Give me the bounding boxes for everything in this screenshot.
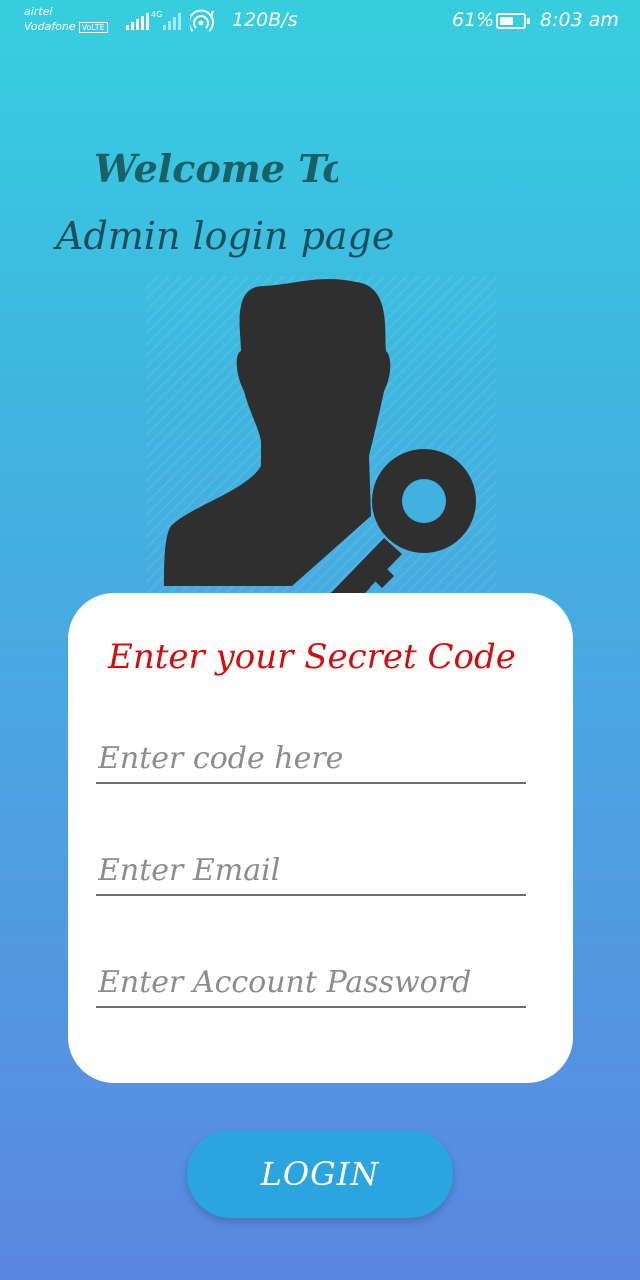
carrier-name-1: airtel	[24, 5, 53, 18]
page-subtitle: Admin login page	[56, 214, 395, 258]
login-button[interactable]: LOGIN	[187, 1130, 453, 1218]
battery-level-fill	[500, 17, 513, 25]
clock: 8:03 am	[540, 9, 619, 31]
password-input[interactable]	[96, 958, 526, 1008]
secret-code-input[interactable]	[96, 734, 526, 784]
network-type-label: 4G	[151, 10, 163, 19]
form-title: Enter your Secret Code	[108, 637, 516, 677]
carrier-info: airtel Vodafone VoLTE	[24, 4, 108, 34]
status-bar: airtel Vodafone VoLTE 4G 120B/s 61% 8:03 …	[0, 0, 640, 44]
admin-key-icon	[146, 276, 496, 626]
battery-icon	[496, 13, 530, 29]
hotspot-icon	[190, 9, 214, 32]
signal-strength-icon	[126, 12, 149, 30]
welcome-heading: Welcome To	[94, 146, 338, 191]
email-input[interactable]	[96, 846, 526, 896]
carrier-name-2: Vodafone	[24, 20, 76, 33]
signal-strength-icon-2	[163, 12, 181, 30]
carrier-line-2: Vodafone VoLTE	[24, 19, 108, 34]
volte-badge: VoLTE	[78, 21, 108, 33]
battery-percent: 61%	[452, 9, 495, 31]
login-form-card: Enter your Secret Code	[68, 593, 573, 1083]
data-speed: 120B/s	[232, 9, 298, 31]
